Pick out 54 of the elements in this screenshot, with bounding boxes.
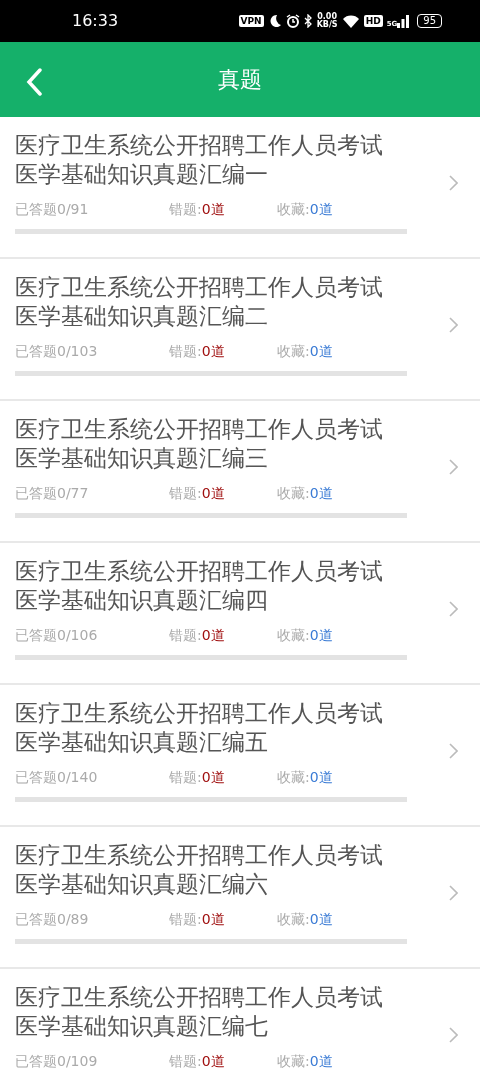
item-title: 医疗卫生系统公开招聘工作人员考试医学基础知识真题汇编三 [15, 415, 384, 473]
favorite-count: 收藏:0道 [277, 200, 333, 219]
back-icon [26, 68, 42, 96]
item-title: 医疗卫生系统公开招聘工作人员考试医学基础知识真题汇编二 [15, 273, 384, 331]
item-title: 医疗卫生系统公开招聘工作人员考试医学基础知识真题汇编四 [15, 557, 384, 615]
wrong-count: 错题:0道 [169, 768, 226, 787]
list-item[interactable]: 医疗卫生系统公开招聘工作人员考试医学基础知识真题汇编二 已答题0/103 错题:0道 收藏:0道 [0, 259, 480, 401]
speed-unit: KB/S [316, 21, 338, 29]
answered-count: 已答题0/89 [15, 910, 90, 929]
bluetooth-icon [303, 14, 313, 28]
answered-count: 已答题0/91 [15, 200, 90, 219]
item-title: 医疗卫生系统公开招聘工作人员考试医学基础知识真题汇编五 [15, 699, 384, 757]
chevron-right-icon [448, 743, 458, 759]
chevron-right-icon [448, 885, 458, 901]
clock-time: 16:33 [72, 10, 119, 32]
answered-count: 已答题0/140 [15, 768, 99, 787]
chevron-right-icon [448, 601, 458, 617]
wrong-count: 错题:0道 [169, 200, 226, 219]
hd-badge: HD [363, 15, 383, 27]
list-item[interactable]: 医疗卫生系统公开招聘工作人员考试医学基础知识真题汇编七 已答题0/109 错题:0道 收藏:0道 [0, 969, 480, 1072]
speed-value: 0.00 [316, 13, 338, 21]
wrong-count: 错题:0道 [169, 1052, 226, 1071]
chevron-right-icon [448, 317, 458, 333]
chevron-right-icon [448, 459, 458, 475]
item-title: 医疗卫生系统公开招聘工作人员考试医学基础知识真题汇编六 [15, 841, 384, 899]
alarm-icon [285, 14, 300, 28]
list-item[interactable]: 医疗卫生系统公开招聘工作人员考试医学基础知识真题汇编三 已答题0/77 错题:0道 收藏:0道 [0, 401, 480, 543]
answered-count: 已答题0/109 [15, 1052, 99, 1071]
favorite-count: 收藏:0道 [277, 1052, 333, 1071]
list-item[interactable]: 医疗卫生系统公开招聘工作人员考试医学基础知识真题汇编六 已答题0/89 错题:0道 收藏:0道 [0, 827, 480, 969]
wrong-count: 错题:0道 [169, 626, 226, 645]
favorite-count: 收藏:0道 [277, 626, 333, 645]
favorite-count: 收藏:0道 [277, 484, 333, 503]
item-title: 医疗卫生系统公开招聘工作人员考试医学基础知识真题汇编一 [15, 131, 384, 189]
favorite-count: 收藏:0道 [277, 910, 333, 929]
chevron-right-icon [448, 175, 458, 191]
wrong-count: 错题:0道 [169, 910, 226, 929]
answered-count: 已答题0/77 [15, 484, 90, 503]
item-title: 医疗卫生系统公开招聘工作人员考试医学基础知识真题汇编七 [15, 983, 384, 1041]
page-title: 真题 [218, 66, 262, 94]
signal-icon [397, 14, 410, 28]
answered-count: 已答题0/106 [15, 626, 99, 645]
wrong-count: 错题:0道 [169, 342, 226, 361]
chevron-right-icon [448, 1027, 458, 1043]
wifi-icon [341, 14, 360, 28]
wrong-count: 错题:0道 [169, 484, 226, 503]
list-item[interactable]: 医疗卫生系统公开招聘工作人员考试医学基础知识真题汇编一 已答题0/91 错题:0道 收藏:0道 [0, 117, 480, 259]
list-item[interactable]: 医疗卫生系统公开招聘工作人员考试医学基础知识真题汇编四 已答题0/106 错题:0道 收藏:0道 [0, 543, 480, 685]
vpn-badge: VPN [238, 15, 264, 27]
battery-level: 95 [417, 14, 442, 28]
list-item[interactable]: 医疗卫生系统公开招聘工作人员考试医学基础知识真题汇编五 已答题0/140 错题:0道 收藏:0道 [0, 685, 480, 827]
favorite-count: 收藏:0道 [277, 342, 333, 361]
answered-count: 已答题0/103 [15, 342, 99, 361]
favorite-count: 收藏:0道 [277, 768, 333, 787]
